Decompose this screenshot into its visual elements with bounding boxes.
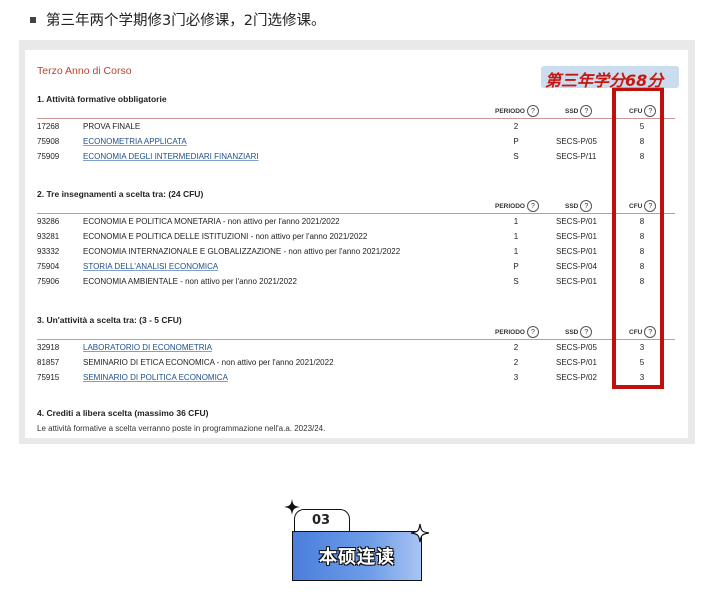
header-ssd: SSD? (565, 105, 593, 117)
course-code: 81857 (37, 358, 60, 367)
table-row: 75909 ECONOMIA DEGLI INTERMEDIARI FINANZ… (25, 152, 688, 166)
course-link[interactable]: ECONOMIA DEGLI INTERMEDIARI FINANZIARI (83, 152, 259, 161)
table-row: 75908 ECONOMETRIA APPLICATA P SECS-P/05 … (25, 137, 688, 151)
course-link[interactable]: SEMINARIO DI POLITICA ECONOMICA (83, 373, 228, 382)
table-row: 75904 STORIA DELL'ANALISI ECONOMICA P SE… (25, 262, 688, 276)
table-row: 93286 ECONOMIA E POLITICA MONETARIA - no… (25, 217, 688, 231)
section-title-2: 2. Tre insegnamenti a scelta tra: (24 CF… (37, 189, 204, 199)
help-icon[interactable]: ? (526, 200, 539, 212)
course-ssd: SECS-P/11 (556, 152, 597, 161)
course-code: 75904 (37, 262, 60, 271)
course-table-screenshot: Terzo Anno di Corso 1. Attività formativ… (25, 50, 688, 438)
course-ssd: SECS-P/01 (556, 358, 597, 367)
course-periodo: S (513, 152, 519, 161)
section-title-3: 3. Un'attività a scelta tra: (3 - 5 CFU) (37, 315, 182, 325)
course-ssd: SECS-P/01 (556, 217, 597, 226)
course-ssd: SECS-P/04 (556, 262, 597, 271)
header-periodo: PERIODO? (495, 105, 539, 117)
help-icon[interactable]: ? (580, 326, 593, 338)
course-ssd: SECS-P/02 (556, 373, 597, 382)
table-row: 75915 SEMINARIO DI POLITICA ECONOMICA 3 … (25, 373, 688, 387)
course-periodo: 2 (513, 343, 519, 352)
help-icon[interactable]: ? (526, 326, 539, 338)
table-divider (37, 118, 675, 119)
course-code: 93281 (37, 232, 60, 241)
table-row: 17268 PROVA FINALE 2 5 (25, 122, 688, 136)
course-name: SEMINARIO DI ETICA ECONOMICA - non attiv… (83, 358, 334, 367)
credits-annotation: 第三年学分68分 (545, 71, 664, 90)
course-code: 75908 (37, 137, 60, 146)
course-periodo: 1 (513, 247, 519, 256)
table-row: 75906 ECONOMIA AMBIENTALE - non attivo p… (25, 277, 688, 291)
course-code: 93332 (37, 247, 60, 256)
course-name: ECONOMIA E POLITICA MONETARIA - non atti… (83, 217, 340, 226)
course-ssd: SECS-P/01 (556, 247, 597, 256)
table-divider (37, 339, 675, 340)
section-title-4: 4. Crediti a libera scelta (massimo 36 C… (37, 408, 209, 418)
intro-line: 第三年两个学期修3门必修课，2门选修课。 (30, 9, 325, 30)
help-icon[interactable]: ? (526, 105, 539, 117)
bullet-icon (30, 16, 36, 23)
table-row: 32918 LABORATORIO DI ECONOMETRIA 2 SECS-… (25, 343, 688, 357)
section-title-1: 1. Attività formative obbligatorie (37, 94, 167, 104)
course-name: ECONOMIA INTERNAZIONALE E GLOBALIZZAZION… (83, 247, 401, 256)
course-ssd: SECS-P/05 (556, 343, 597, 352)
course-periodo: 2 (513, 358, 519, 367)
sparkle-outline-icon (410, 523, 430, 543)
course-periodo: 3 (513, 373, 519, 382)
course-ssd: SECS-P/05 (556, 137, 597, 146)
course-link[interactable]: LABORATORIO DI ECONOMETRIA (83, 343, 212, 352)
cfu-highlight-box (612, 87, 664, 389)
course-code: 17268 (37, 122, 60, 131)
table-row: 81857 SEMINARIO DI ETICA ECONOMICA - non… (25, 358, 688, 372)
course-ssd: SECS-P/01 (556, 232, 597, 241)
course-periodo: S (513, 277, 519, 286)
help-icon[interactable]: ? (580, 105, 593, 117)
course-code: 93286 (37, 217, 60, 226)
course-code: 75909 (37, 152, 60, 161)
header-periodo: PERIODO? (495, 326, 539, 338)
section-badge: 03 本硕连读 (284, 497, 434, 587)
course-code: 32918 (37, 343, 60, 352)
course-link[interactable]: STORIA DELL'ANALISI ECONOMICA (83, 262, 218, 271)
course-name: ECONOMIA E POLITICA DELLE ISTITUZIONI - … (83, 232, 368, 241)
badge-label: 本硕连读 (319, 547, 395, 568)
course-periodo: P (513, 137, 519, 146)
table-row: 93281 ECONOMIA E POLITICA DELLE ISTITUZI… (25, 232, 688, 246)
course-periodo: 1 (513, 217, 519, 226)
course-ssd: SECS-P/01 (556, 277, 597, 286)
badge-box: 本硕连读 (292, 531, 422, 581)
course-periodo: 2 (513, 122, 519, 131)
intro-text: 第三年两个学期修3门必修课，2门选修课。 (46, 13, 326, 29)
header-ssd: SSD? (565, 326, 593, 338)
table-row: 93332 ECONOMIA INTERNAZIONALE E GLOBALIZ… (25, 247, 688, 261)
header-ssd: SSD? (565, 200, 593, 212)
course-name: PROVA FINALE (83, 122, 141, 131)
badge-number: 03 (294, 509, 350, 533)
course-name: ECONOMIA AMBIENTALE - non attivo per l'a… (83, 277, 297, 286)
table-divider (37, 213, 675, 214)
section-4-note: Le attività formative a scelta verranno … (37, 424, 326, 433)
course-code: 75906 (37, 277, 60, 286)
help-icon[interactable]: ? (580, 200, 593, 212)
course-periodo: P (513, 262, 519, 271)
course-link[interactable]: ECONOMETRIA APPLICATA (83, 137, 187, 146)
year-title: Terzo Anno di Corso (37, 65, 132, 77)
header-periodo: PERIODO? (495, 200, 539, 212)
course-code: 75915 (37, 373, 60, 382)
course-periodo: 1 (513, 232, 519, 241)
